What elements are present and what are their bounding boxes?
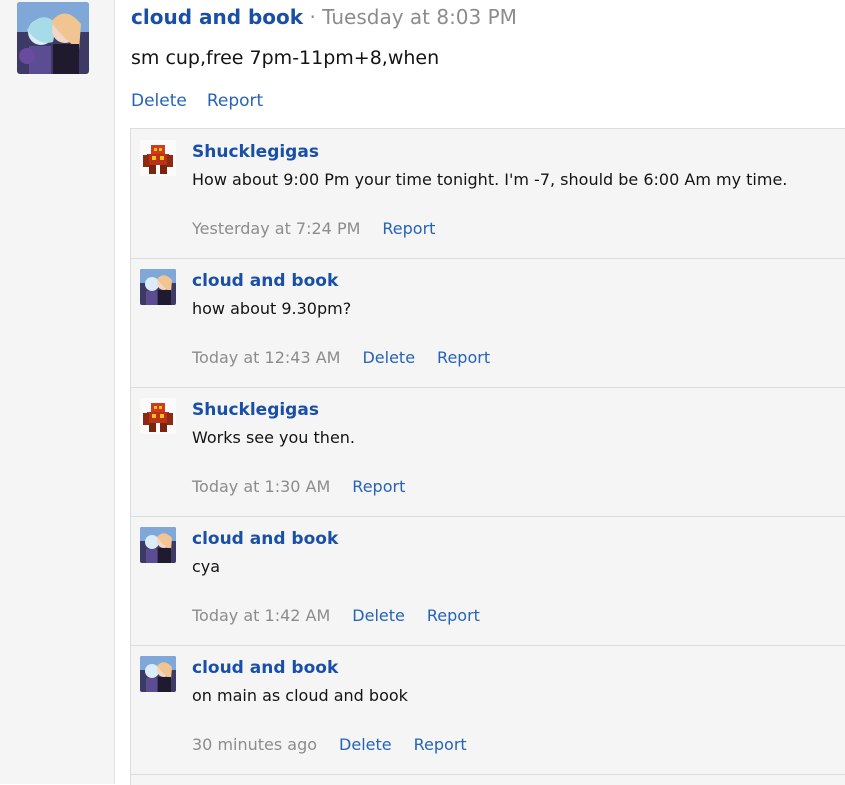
commenter-avatar[interactable] [140, 527, 176, 563]
comment-item: cloud and book how about 9.30pm? Today a… [131, 258, 845, 388]
post-timestamp[interactable]: · Tuesday at 8:03 PM [303, 5, 517, 29]
report-link[interactable]: Report [382, 219, 435, 238]
commenter-name-link[interactable]: cloud and book [192, 528, 338, 550]
comment-text: on main as cloud and book [192, 686, 408, 705]
comment-list: Shucklegigas How about 9:00 Pm your time… [130, 128, 845, 785]
post-header: cloud and book · Tuesday at 8:03 PM [131, 3, 517, 31]
commenter-avatar[interactable] [140, 656, 176, 692]
report-link[interactable]: Report [207, 91, 263, 111]
comment-timestamp[interactable]: 30 minutes ago [192, 735, 317, 754]
comment-actions: Yesterday at 7:24 PM Report [192, 218, 435, 240]
post-body: sm cup,free 7pm-11pm+8,when [131, 47, 440, 69]
comment-item: Shucklegigas Works see you then. Today a… [131, 387, 845, 517]
comment-text: Works see you then. [192, 428, 356, 447]
post-author-link[interactable]: cloud and book [131, 5, 303, 29]
comment-actions: 30 minutes ago Delete Report [192, 734, 467, 756]
report-link[interactable]: Report [414, 735, 467, 754]
comment-actions: Today at 1:30 AM Report [192, 476, 405, 498]
comment-timestamp[interactable]: Today at 12:43 AM [192, 348, 340, 367]
commenter-avatar[interactable] [140, 140, 176, 176]
comment-actions: Today at 12:43 AM Delete Report [192, 347, 490, 369]
commenter-avatar[interactable] [140, 398, 176, 434]
report-link[interactable]: Report [427, 606, 480, 625]
left-rail [0, 0, 115, 784]
comment-timestamp[interactable]: Yesterday at 7:24 PM [192, 219, 360, 238]
comment-text: cya [192, 557, 221, 576]
delete-link[interactable]: Delete [339, 735, 392, 754]
delete-link[interactable]: Delete [362, 348, 415, 367]
author-avatar[interactable] [17, 2, 89, 74]
comment-timestamp[interactable]: Today at 1:42 AM [192, 606, 330, 625]
report-link[interactable]: Report [437, 348, 490, 367]
report-link[interactable]: Report [352, 477, 405, 496]
commenter-name-link[interactable]: Shucklegigas [192, 399, 319, 421]
comment-timestamp[interactable]: Today at 1:30 AM [192, 477, 330, 496]
commenter-name-link[interactable]: cloud and book [192, 657, 338, 679]
commenter-name-link[interactable]: Shucklegigas [192, 141, 319, 163]
commenter-avatar[interactable] [140, 269, 176, 305]
delete-link[interactable]: Delete [131, 91, 187, 111]
delete-link[interactable]: Delete [352, 606, 405, 625]
comment-actions: Today at 1:42 AM Delete Report [192, 605, 480, 627]
comment-text: How about 9:00 Pm your time tonight. I'm… [192, 170, 788, 189]
commenter-name-link[interactable]: cloud and book [192, 270, 338, 292]
comment-item: Shucklegigas How about 9:00 Pm your time… [131, 129, 845, 259]
comment-item: cloud and book on main as cloud and book… [131, 645, 845, 775]
comment-text: how about 9.30pm? [192, 299, 352, 318]
comment-item: cloud and book cya Today at 1:42 AM Delet… [131, 516, 845, 646]
post-actions: Delete Report [131, 88, 263, 114]
